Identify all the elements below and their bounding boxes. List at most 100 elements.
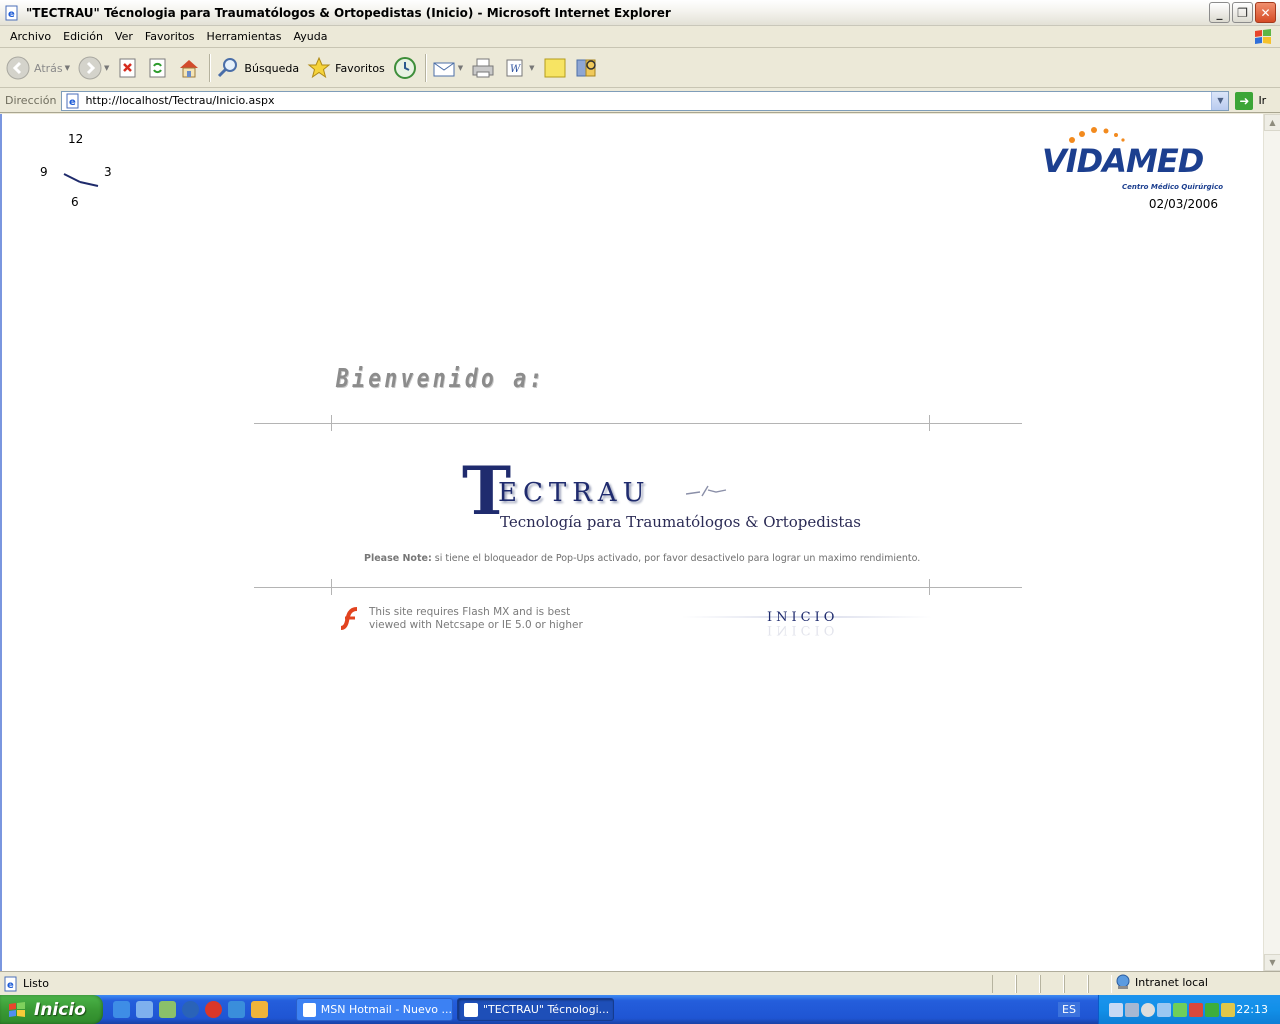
media-player-quicklaunch-icon[interactable] [182, 1001, 199, 1018]
enter-link[interactable]: INICIO INICIO [682, 610, 932, 644]
clock-hands [63, 173, 99, 187]
analog-clock: 12 3 6 9 [32, 128, 122, 218]
page-content: 12 3 6 9 VIDAMED Centro Médico Quirúrgic… [0, 114, 1280, 971]
network-tray-icon[interactable] [1109, 1002, 1123, 1017]
scroll-down-icon[interactable]: ▼ [1264, 954, 1280, 971]
volume-tray-icon[interactable] [1141, 1002, 1155, 1017]
start-button[interactable]: Inicio [0, 995, 103, 1024]
stop-button[interactable] [117, 53, 139, 83]
antivirus-tray-icon[interactable] [1173, 1002, 1187, 1017]
minimize-button[interactable]: _ [1209, 2, 1230, 23]
menu-ver[interactable]: Ver [109, 30, 139, 43]
welcome-heading: Bienvenido a: [336, 364, 546, 394]
svg-text:e: e [69, 97, 76, 108]
address-dropdown-icon[interactable]: ▼ [1211, 91, 1229, 110]
clock-quicklaunch-icon[interactable] [251, 1001, 268, 1018]
forward-dropdown-icon[interactable]: ▼ [104, 64, 109, 72]
logo-name: VIDAMED [1042, 142, 1204, 180]
current-date: 02/03/2006 [1148, 197, 1218, 211]
research-icon [576, 59, 596, 77]
vertical-scrollbar[interactable]: ▲ ▼ [1263, 114, 1280, 971]
usb-tray-icon[interactable] [1221, 1002, 1235, 1017]
window-title: "TECTRAU" Técnologia para Traumatólogos … [26, 5, 671, 20]
research-button[interactable] [575, 53, 599, 83]
status-cell [1064, 975, 1088, 993]
logo-tagline: Centro Médico Quirúrgico [1122, 183, 1224, 191]
ie-task-icon [464, 1002, 478, 1017]
back-arrow-icon [6, 56, 30, 80]
language-indicator[interactable]: ES [1058, 1002, 1080, 1017]
ie-page-icon: e [5, 5, 18, 20]
windows-flag-icon [1255, 29, 1271, 44]
go-button[interactable]: ➜ Ir [1235, 91, 1266, 110]
scroll-up-icon[interactable]: ▲ [1264, 114, 1280, 131]
edit-dropdown-icon[interactable]: ▼ [529, 64, 534, 72]
ie-page-icon: e [4, 976, 17, 991]
taskbar-clock: 22:13 [1236, 1003, 1268, 1016]
vidamed-logo: VIDAMED Centro Médico Quirúrgico [1040, 126, 1225, 191]
divider-tick [929, 579, 930, 595]
mail-dropdown-icon[interactable]: ▼ [458, 64, 463, 72]
word-edit-icon: W [506, 59, 523, 77]
search-icon [218, 58, 238, 78]
update-tray-icon[interactable] [1189, 1002, 1203, 1017]
search-label: Búsqueda [244, 61, 300, 75]
refresh-button[interactable] [147, 53, 169, 83]
intranet-globe-icon [1116, 974, 1130, 989]
messenger-quicklaunch-icon[interactable] [159, 1001, 176, 1018]
mail-icon [433, 62, 455, 77]
brand-name: ECTRAU [498, 478, 651, 508]
address-bar: Dirección e http://localhost/Tectrau/Ini… [0, 89, 1280, 113]
status-cell [992, 975, 1016, 993]
back-button[interactable]: Atrás ▼ [6, 53, 70, 83]
upper-divider [254, 423, 1022, 424]
monitor-tray-icon[interactable] [1125, 1002, 1139, 1017]
print-button[interactable] [471, 53, 495, 83]
ie-page-icon: e [66, 93, 79, 108]
svg-text:e: e [8, 9, 15, 20]
forward-arrow-icon [78, 56, 102, 80]
brand-signature-icon [686, 485, 727, 497]
menu-ayuda[interactable]: Ayuda [287, 30, 333, 43]
home-button[interactable] [177, 53, 201, 83]
skype-quicklaunch-icon[interactable] [205, 1001, 222, 1018]
forward-button[interactable]: ▼ [78, 53, 109, 83]
ie-task-icon [303, 1002, 316, 1017]
toolbar-separator [209, 54, 211, 82]
toolbar: Atrás ▼ ▼ Búsqueda Favoritos ▼ W ▼ [0, 49, 1280, 88]
history-button[interactable] [393, 53, 417, 83]
maximize-button[interactable]: ❐ [1232, 2, 1253, 23]
toolbar-separator [424, 54, 426, 82]
security-zone: Intranet local [1115, 974, 1208, 990]
back-dropdown-icon[interactable]: ▼ [65, 64, 70, 72]
messenger-tray-icon[interactable] [1157, 1002, 1171, 1017]
search-button[interactable]: Búsqueda [216, 53, 299, 83]
outlook-quicklaunch-icon[interactable] [136, 1001, 153, 1018]
windows-logo-icon [9, 1001, 25, 1017]
printer-icon [472, 58, 494, 78]
brand-subtitle: Tecnología para Traumatólogos & Ortopedi… [500, 513, 861, 531]
menu-herramientas[interactable]: Herramientas [201, 30, 288, 43]
task-tectrau[interactable]: "TECTRAU" Técnologi... [457, 998, 614, 1021]
favorites-button[interactable]: Favoritos [307, 53, 385, 83]
edit-button[interactable]: W ▼ [503, 53, 535, 83]
search-quicklaunch-icon[interactable] [228, 1001, 245, 1018]
task-hotmail[interactable]: MSN Hotmail - Nuevo ... [296, 998, 453, 1021]
menu-favoritos[interactable]: Favoritos [139, 30, 201, 43]
taskbar: Inicio MSN Hotmail - Nuevo ... "TECTRAU"… [0, 995, 1280, 1024]
mail-button[interactable]: ▼ [432, 53, 463, 83]
menu-edicion[interactable]: Edición [57, 30, 109, 43]
divider-tick [331, 415, 332, 431]
address-label: Dirección [5, 94, 57, 107]
discuss-button[interactable] [543, 53, 567, 83]
address-input[interactable]: e http://localhost/Tectrau/Inicio.aspx ▼ [61, 90, 1230, 111]
menu-bar: Archivo Edición Ver Favoritos Herramient… [0, 26, 1280, 48]
ie-quicklaunch-icon[interactable] [113, 1001, 130, 1018]
note-label: Please Note: [364, 553, 432, 564]
status-text: Listo [23, 977, 49, 990]
security-tray-icon[interactable] [1205, 1002, 1219, 1017]
menu-archivo[interactable]: Archivo [4, 30, 57, 43]
go-arrow-icon: ➜ [1235, 91, 1254, 110]
close-button[interactable]: ✕ [1255, 2, 1276, 23]
status-cell [1040, 975, 1064, 993]
